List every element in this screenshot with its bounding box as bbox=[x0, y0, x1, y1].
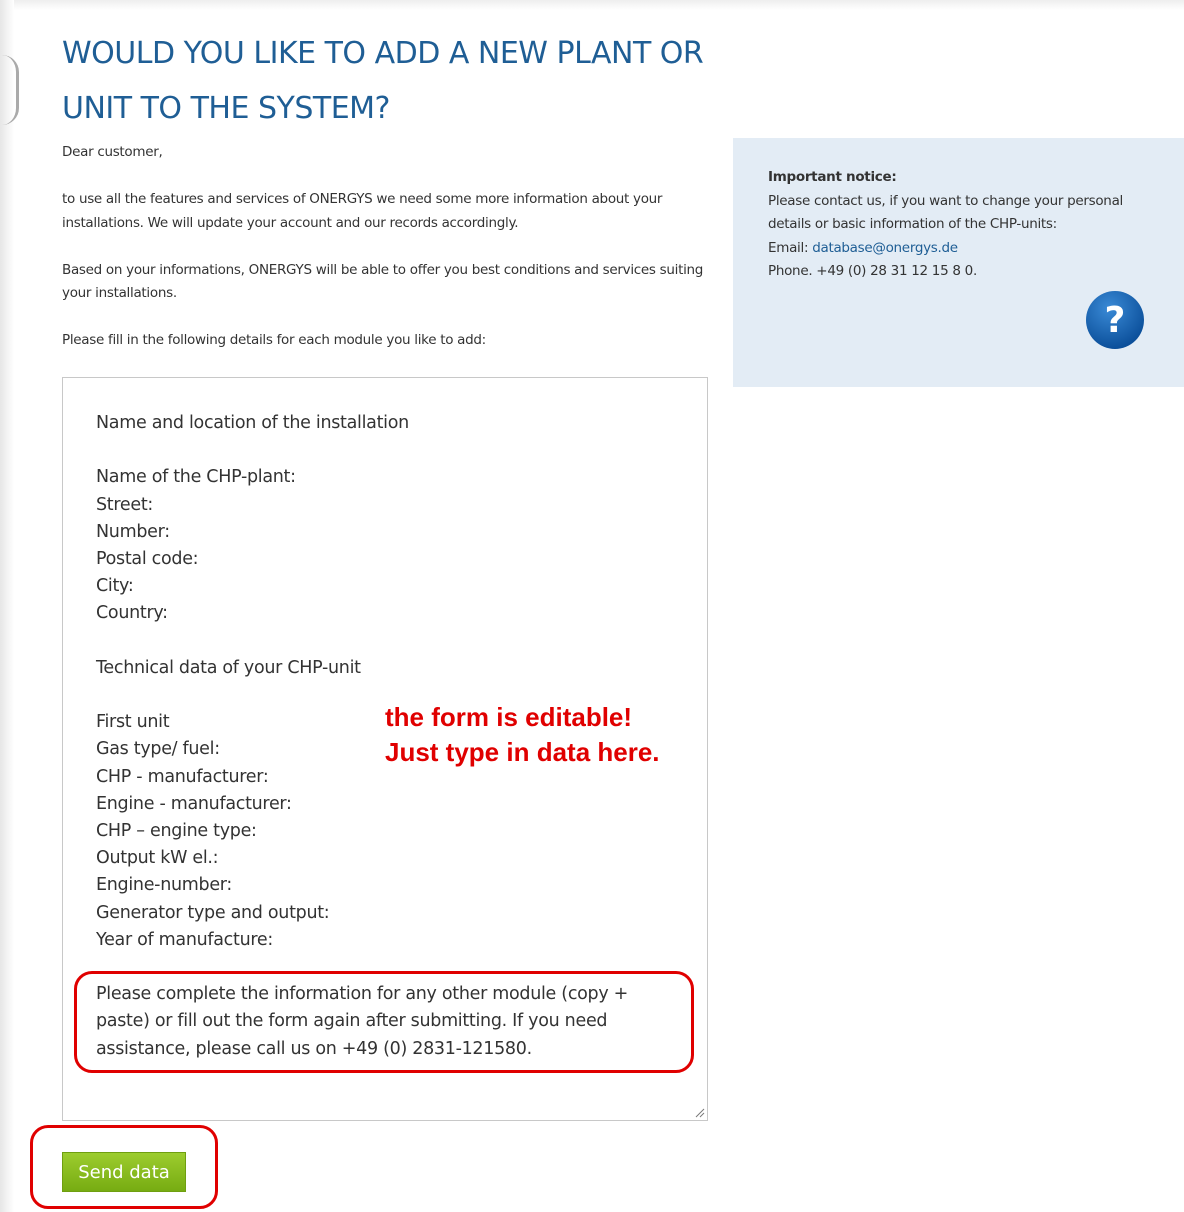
location-field-3: Postal code: bbox=[96, 549, 199, 570]
technical-field-7: Generator type and output: bbox=[96, 902, 330, 923]
annotation-line-1: the form is editable! bbox=[385, 702, 633, 732]
editable-annotation: the form is editable! Just type in data … bbox=[385, 700, 660, 770]
send-data-button[interactable]: Send data bbox=[62, 1152, 186, 1192]
notice-phone: Phone. +49 (0) 28 31 12 15 8 0. bbox=[768, 263, 977, 279]
location-fields: Name of the CHP-plant: Street: Number: Post… bbox=[96, 464, 696, 627]
location-field-4: City: bbox=[96, 576, 134, 597]
section1-heading: Name and location of the installation bbox=[96, 413, 409, 433]
notice-title: Important notice: bbox=[768, 169, 897, 185]
technical-field-3: Engine - manufacturer: bbox=[96, 793, 292, 814]
page-title: WOULD YOU LIKE TO ADD A NEW PLANT OR UNI… bbox=[62, 36, 704, 126]
important-notice-box: Important notice: Please contact us, if … bbox=[733, 138, 1184, 387]
page: WOULD YOU LIKE TO ADD A NEW PLANT OR UNI… bbox=[0, 0, 1184, 1212]
intro-text: Dear customer, to use all the features a… bbox=[62, 141, 712, 376]
technical-field-8: Year of manufacture: bbox=[96, 929, 273, 950]
help-symbol: ? bbox=[1105, 300, 1126, 341]
location-field-1: Street: bbox=[96, 494, 153, 515]
page-curl-shadow bbox=[2, 55, 19, 125]
left-shadow bbox=[0, 0, 14, 1212]
location-field-0: Name of the CHP-plant: bbox=[96, 467, 296, 488]
footer-note-highlight bbox=[74, 971, 694, 1073]
resize-grip-icon[interactable] bbox=[693, 1106, 705, 1118]
notice-email-label: Email: bbox=[768, 239, 813, 256]
email-link[interactable]: database@onergys.de bbox=[812, 240, 958, 256]
notice-text: Important notice: Please contact us, if … bbox=[768, 166, 1148, 284]
top-shadow bbox=[0, 0, 1184, 10]
technical-field-4: CHP – engine type: bbox=[96, 821, 257, 842]
intro-paragraph-1: to use all the features and services of … bbox=[62, 191, 663, 231]
section2-heading: Technical data of your CHP-unit bbox=[96, 657, 361, 678]
intro-paragraph-2: Based on your informations, ONERGYS will… bbox=[62, 261, 704, 302]
notice-email-line: Email: database@onergys.de bbox=[768, 237, 1148, 261]
intro-paragraph-3: Please fill in the following details for… bbox=[62, 332, 486, 348]
greeting: Dear customer, bbox=[62, 144, 163, 160]
annotation-line-2: Just type in data here. bbox=[385, 737, 660, 767]
technical-field-5: Output kW el.: bbox=[96, 848, 219, 869]
notice-body: Please contact us, if you want to change… bbox=[768, 192, 1123, 233]
technical-field-6: Engine-number: bbox=[96, 875, 232, 896]
location-field-5: Country: bbox=[96, 603, 168, 624]
question-mark-icon[interactable]: ? bbox=[1085, 290, 1145, 350]
location-field-2: Number: bbox=[96, 521, 170, 542]
